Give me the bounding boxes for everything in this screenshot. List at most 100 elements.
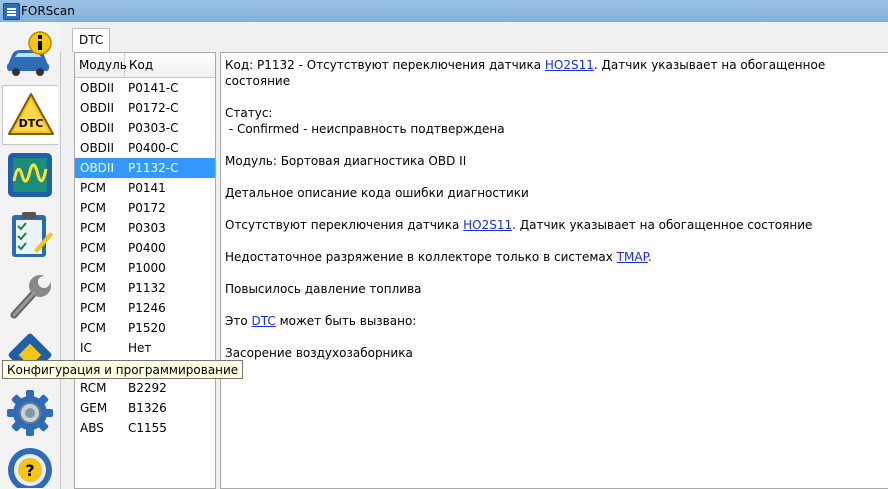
dtc-row-module: GEM (80, 401, 108, 415)
fuel-pressure-line: Повысилось давление топлива (225, 282, 422, 296)
dtc-row[interactable]: PCM P0400 (75, 238, 215, 258)
window-title: FORScan (21, 4, 75, 18)
dtc-row[interactable]: GEM B1326 (75, 398, 215, 418)
dtc-row-code: P0303-C (128, 121, 179, 135)
cause-prefix: Это (225, 314, 252, 328)
dtc-row-module: PCM (80, 301, 106, 315)
dtc-row-code: P0141 (128, 181, 166, 195)
code-line: Код: P1132 - Отсутствуют переключения да… (225, 57, 884, 89)
dtc-row-module: PCM (80, 281, 106, 295)
dtc-row[interactable]: PCM P0303 (75, 218, 215, 238)
car-info-icon (7, 31, 52, 76)
dtc-row-code: P1000 (128, 261, 166, 275)
dtc-row-code: C1155 (128, 421, 167, 435)
sidebar-item-vehicle-info[interactable] (2, 26, 58, 84)
vacuum-text: Недостаточное разряжение в коллекторе то… (225, 250, 617, 264)
sidebar-tooltip: Конфигурация и программирование (2, 360, 244, 379)
gear-icon (7, 390, 53, 436)
dtc-row-module: OBDII (80, 141, 114, 155)
dtc-row-module: PCM (80, 321, 106, 335)
svg-text:?: ? (25, 461, 34, 480)
dtc-row-code: P0172 (128, 201, 166, 215)
dtc-row-code: P1520 (128, 321, 166, 335)
dtc-row-code: P0400 (128, 241, 166, 255)
dtc-row-code: P1132-C (128, 161, 179, 175)
code-line-text: Код: P1132 - Отсутствуют переключения да… (225, 58, 545, 72)
status-value: - Confirmed - неисправность подтверждена (225, 122, 505, 136)
app-icon (3, 3, 20, 20)
description-text: Отсутствуют переключения датчика (225, 218, 464, 232)
dtc-list-body: OBDII P0141-C OBDII P0172-C OBDII P0303-C OBDI… (75, 78, 215, 438)
dtc-row[interactable]: OBDII P1132-C (75, 158, 215, 178)
sidebar-item-help[interactable]: ? (2, 444, 58, 489)
dtc-row-module: IC (80, 341, 92, 355)
dtc-list-header: Модуль Код (75, 53, 215, 78)
dtc-row-code: B1326 (128, 401, 167, 415)
dtc-row[interactable]: OBDII P0141-C (75, 78, 215, 98)
dtc-row[interactable]: PCM P1132 (75, 278, 215, 298)
module-line: Модуль: Бортовая диагностика OBD II (225, 154, 467, 168)
dtc-list[interactable]: Модуль Код OBDII P0141-C OBDII P0172-C OBDII… (74, 52, 216, 489)
dtc-row-module: RCM (80, 381, 107, 395)
dtc-detail-panel: Код: P1132 - Отсутствуют переключения да… (220, 52, 888, 489)
cause-line: Это DTC может быть вызвано: (225, 313, 884, 329)
sidebar-item-oscilloscope[interactable] (2, 146, 58, 204)
dtc-row-code: P0172-C (128, 101, 179, 115)
dtc-row-code: Нет (128, 341, 152, 355)
tmap-link[interactable]: TMAP (617, 250, 648, 264)
column-header-module[interactable]: Модуль (75, 53, 127, 77)
dtc-row-module: PCM (80, 201, 106, 215)
dtc-row-module: OBDII (80, 161, 114, 175)
dtc-row-code: P1132 (128, 281, 166, 295)
oscilloscope-icon (8, 153, 52, 197)
dtc-row[interactable]: PCM P1520 (75, 318, 215, 338)
dtc-warning-icon: DTC (7, 93, 54, 135)
sidebar-item-service[interactable] (2, 266, 58, 324)
sidebar-item-dtc[interactable]: DTC (2, 85, 58, 145)
dtc-row-module: PCM (80, 221, 106, 235)
dtc-row[interactable]: OBDII P0172-C (75, 98, 215, 118)
status-label: Статус: (225, 106, 273, 120)
dtc-row[interactable]: PCM P1000 (75, 258, 215, 278)
cause-item: Засорение воздухозаборника (225, 346, 413, 360)
dtc-link[interactable]: DTC (252, 314, 276, 328)
ho2s11-link[interactable]: HO2S11 (545, 58, 594, 72)
dtc-row[interactable]: OBDII P0303-C (75, 118, 215, 138)
dtc-row-module: OBDII (80, 101, 114, 115)
sidebar-item-tests[interactable] (2, 206, 58, 264)
description-line: Отсутствуют переключения датчика HO2S11.… (225, 217, 884, 233)
dtc-row[interactable]: PCM P0172 (75, 198, 215, 218)
cause-suffix: может быть вызвано: (275, 314, 417, 328)
dtc-row-code: P0141-C (128, 81, 179, 95)
dtc-row[interactable]: OBDII P0400-C (75, 138, 215, 158)
dtc-row-module: ABS (80, 421, 104, 435)
tab-dtc[interactable]: DTC (72, 28, 111, 52)
dtc-row-code: P1246 (128, 301, 166, 315)
sidebar-item-settings[interactable] (2, 384, 58, 442)
description-suffix: . Датчик указывает на обогащенное состоя… (512, 218, 813, 232)
dtc-row-module: PCM (80, 241, 106, 255)
title-bar: FORScan (0, 0, 888, 23)
vacuum-suffix: . (647, 250, 652, 264)
dtc-row[interactable]: ABS C1155 (75, 418, 215, 438)
dtc-row-module: PCM (80, 261, 106, 275)
dtc-row-module: OBDII (80, 81, 114, 95)
dtc-row-code: P0400-C (128, 141, 179, 155)
dtc-row[interactable]: IC Нет (75, 338, 215, 358)
dtc-row-code: B2292 (128, 381, 167, 395)
help-steering-wheel-icon: ? (8, 448, 52, 488)
dtc-row-code: P0303 (128, 221, 166, 235)
column-header-code[interactable]: Код (125, 53, 215, 77)
ho2s11-description-link[interactable]: HO2S11 (463, 218, 512, 232)
dtc-row-module: OBDII (80, 121, 114, 135)
wrench-icon (10, 275, 51, 319)
sidebar: DTC ? (0, 22, 61, 489)
svg-text:DTC: DTC (18, 117, 43, 130)
dtc-row-module: PCM (80, 181, 106, 195)
description-title: Детальное описание кода ошибки диагности… (225, 186, 529, 200)
tab-bar: DTC (60, 22, 888, 52)
dtc-row[interactable]: PCM P0141 (75, 178, 215, 198)
dtc-row[interactable]: PCM P1246 (75, 298, 215, 318)
vacuum-line: Недостаточное разряжение в коллекторе то… (225, 249, 884, 265)
dtc-row[interactable]: RCM B2292 (75, 378, 215, 398)
